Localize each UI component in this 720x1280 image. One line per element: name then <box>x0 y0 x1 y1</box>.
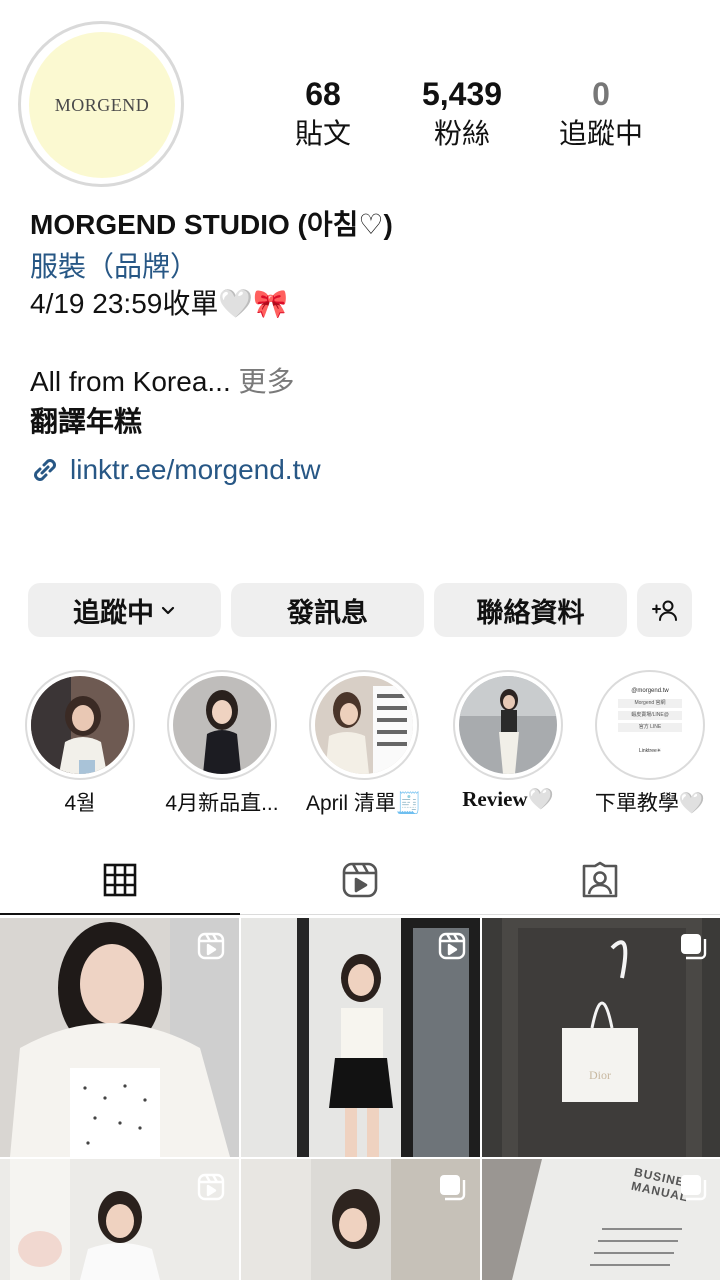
bag-logo-text: Dior <box>589 1068 611 1082</box>
bio-line: 4/19 23:59收單🤍🎀 <box>30 288 289 319</box>
post-tile[interactable]: BUSINESS MANUAL <box>482 1159 720 1280</box>
posts-count-label: 貼文 <box>294 118 351 149</box>
post-tile[interactable] <box>241 918 480 1157</box>
message-button[interactable]: 發訊息 <box>231 583 424 637</box>
following-count-label: 追蹤中 <box>558 118 643 149</box>
reels-icon <box>342 862 378 898</box>
reel-icon <box>197 932 225 960</box>
highlight-3-label: April 清單🧾 <box>306 792 422 815</box>
contact-button[interactable]: 聯絡資料 <box>434 583 627 637</box>
highlight-1[interactable] <box>25 670 135 780</box>
profile-link-text: linktr.ee/morgend.tw <box>70 454 321 485</box>
highlight-2[interactable] <box>167 670 277 780</box>
highlight-cover <box>31 676 129 774</box>
profile-name: MORGEND STUDIO (아침♡) <box>30 209 393 240</box>
highlight-1-label: 4월 <box>64 792 96 815</box>
post-tile[interactable] <box>241 1159 480 1280</box>
following-count[interactable]: 0 追蹤中 <box>531 74 671 152</box>
reel-icon <box>438 932 466 960</box>
profile-category: 服裝（品牌） <box>30 251 199 282</box>
reel-icon <box>197 1173 225 1201</box>
highlight-cover-footer: Linktree✳ <box>639 748 661 754</box>
highlight-5-label: 下單教學🤍 <box>594 792 706 815</box>
carousel-icon <box>681 934 707 960</box>
following-button-label: 追蹤中 <box>73 597 154 628</box>
post-tile[interactable]: Dior <box>482 918 720 1157</box>
post-tile[interactable] <box>0 918 239 1157</box>
highlight-cover-handle: @morgend.tw <box>631 688 669 694</box>
suggest-people-button[interactable] <box>637 583 692 637</box>
bio-text: All from Korea... <box>30 366 231 397</box>
contact-button-label: 聯絡資料 <box>476 597 585 628</box>
message-button-label: 發訊息 <box>287 597 368 628</box>
active-tab-indicator <box>0 913 240 915</box>
add-person-icon <box>651 600 677 621</box>
avatar[interactable]: MORGEND <box>29 32 175 178</box>
highlight-cover-line: Morgend 官網 <box>618 699 682 708</box>
post-tile[interactable] <box>0 1159 239 1280</box>
profile-link[interactable]: linktr.ee/morgend.tw <box>30 454 321 486</box>
link-icon <box>34 459 56 481</box>
highlight-5[interactable]: @morgend.tw Morgend 官網 蝦皮賣場/LINE@ 官方 LIN… <box>595 670 705 780</box>
posts-count[interactable]: 68 貼文 <box>253 74 393 152</box>
chevron-down-icon <box>161 606 175 615</box>
following-count-value: 0 <box>592 76 610 112</box>
highlight-cover <box>173 676 271 774</box>
highlight-2-label: 4月新品直... <box>165 792 279 815</box>
followers-count-label: 粉絲 <box>433 118 490 149</box>
highlight-4-label: Review🤍 <box>462 787 554 811</box>
highlight-3[interactable] <box>309 670 419 780</box>
highlight-4[interactable] <box>453 670 563 780</box>
posts-count-value: 68 <box>305 76 341 112</box>
tagged-icon <box>582 861 618 898</box>
highlight-cover: @morgend.tw Morgend 官網 蝦皮賣場/LINE@ 官方 LIN… <box>601 676 699 774</box>
highlight-cover <box>315 676 413 774</box>
avatar-logo-text: MORGEND <box>54 94 150 115</box>
bio-more-link[interactable]: 更多 <box>231 366 295 397</box>
following-button[interactable]: 追蹤中 <box>28 583 221 637</box>
highlight-cover <box>459 676 557 774</box>
followers-count-value: 5,439 <box>421 76 503 112</box>
translate-link[interactable]: 翻譯年糕 <box>30 400 142 440</box>
carousel-icon <box>681 1175 707 1201</box>
tab-tagged[interactable] <box>480 850 720 910</box>
carousel-icon <box>440 1175 466 1201</box>
followers-count[interactable]: 5,439 粉絲 <box>392 74 532 152</box>
highlight-cover-line: 蝦皮賣場/LINE@ <box>618 711 682 720</box>
tab-reels[interactable] <box>240 850 480 910</box>
grid-icon <box>103 863 137 897</box>
bio-line-truncated: All from Korea... 更多 <box>30 360 295 400</box>
tab-grid[interactable] <box>0 850 240 910</box>
highlight-cover-line: 官方 LINE <box>618 723 682 732</box>
